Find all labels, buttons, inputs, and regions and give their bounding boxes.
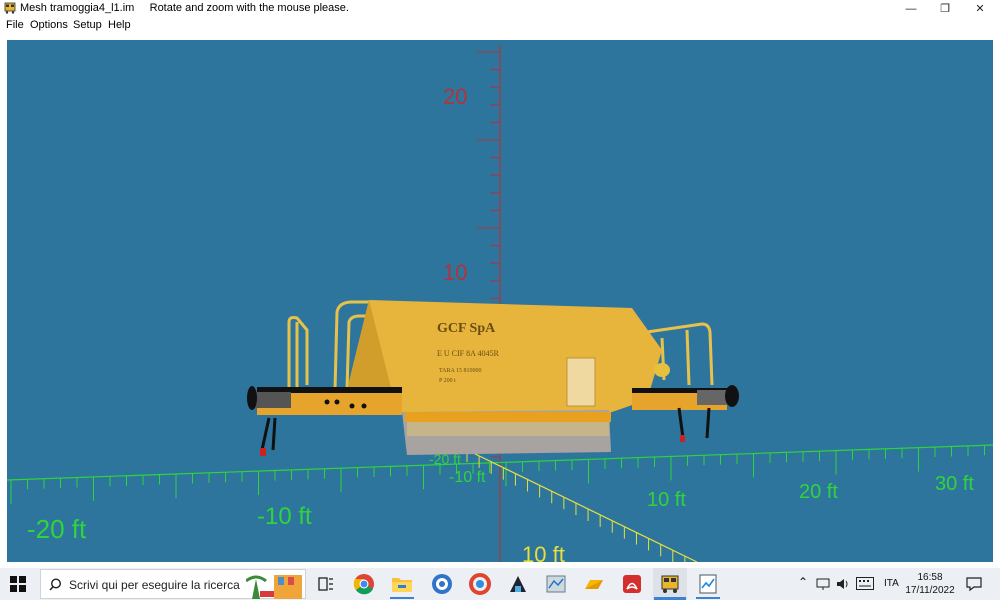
hose-left <box>260 448 266 456</box>
search-highlight-image <box>246 575 302 599</box>
scene-canvas[interactable]: 20 10 -20 ft -10 ft 10 ft 20 ft 30 ft -2… <box>7 40 993 562</box>
buffer-left <box>251 392 291 408</box>
taskbar: Scrivi qui per eseguire la ricerca ⌃ ITA… <box>0 568 1000 600</box>
close-button[interactable]: ✕ <box>963 0 997 17</box>
floor-label-20: 20 ft <box>799 481 838 503</box>
coupling-left <box>260 417 277 451</box>
app-dark-icon[interactable] <box>506 572 530 596</box>
wagon-marking-line1: GCF SpA <box>437 321 496 336</box>
floor-label-30: 30 ft <box>935 473 974 495</box>
notification-icon[interactable] <box>966 576 982 592</box>
window-frame <box>0 34 7 564</box>
tray-chevron-up-icon[interactable]: ⌃ <box>798 575 808 589</box>
wagon-label-plate <box>566 357 596 407</box>
buffer-left-head <box>247 386 257 410</box>
depth-label-10: 10 ft <box>522 542 565 562</box>
windows-start-icon[interactable] <box>10 576 26 592</box>
network-icon[interactable] <box>816 577 830 591</box>
app-map-icon[interactable] <box>544 572 568 596</box>
floor-label-10: 10 ft <box>647 489 686 511</box>
floor-label-minus10: -10 ft <box>257 503 312 530</box>
chart-app-running-indicator <box>696 597 720 599</box>
floor-label-minus20: -20 ft <box>27 514 87 544</box>
minimize-button[interactable]: — <box>894 0 928 17</box>
wagon-marking-line3: TARA 15 810000 <box>439 368 482 374</box>
search-placeholder: Scrivi qui per eseguire la ricerca <box>69 578 240 592</box>
app-chart-icon[interactable] <box>696 572 720 596</box>
file-explorer-icon[interactable] <box>390 572 414 596</box>
keyboard-icon[interactable] <box>856 577 874 590</box>
menu-file[interactable]: File <box>6 19 24 31</box>
clock-time: 16:58 <box>917 572 943 583</box>
clock-date: 17/11/2022 <box>905 585 955 596</box>
volume-icon[interactable] <box>836 577 850 591</box>
clock[interactable]: 16:58 17/11/2022 <box>900 571 960 597</box>
wagon-marking-line2: E U CIF 8A 4045R <box>437 349 499 358</box>
train-app-icon[interactable] <box>658 572 682 596</box>
train-app-icon <box>4 2 16 14</box>
menu-options[interactable]: Options <box>30 19 68 31</box>
buffer-right-head <box>725 385 739 407</box>
restore-button[interactable]: ❐ <box>928 0 962 17</box>
vertical-label-10: 10 <box>443 260 467 285</box>
menu-bar: File Options Setup Help <box>0 17 1000 34</box>
hopper-wagon-model[interactable]: GCF SpA E U CIF 8A 4045R TARA 15 810000 … <box>247 300 739 456</box>
taskbar-search[interactable]: Scrivi qui per eseguire la ricerca <box>40 569 306 599</box>
hose-right <box>680 435 685 442</box>
brake-wheel <box>654 363 670 377</box>
menu-setup[interactable]: Setup <box>73 19 102 31</box>
file-explorer-running-indicator <box>390 597 414 599</box>
coupling-right <box>677 407 711 439</box>
vertical-label-20: 20 <box>443 84 467 109</box>
wagon-marking-line4: P 200 t <box>439 378 456 384</box>
window-title: Mesh tramoggia4_l1.im Rotate and zoom wi… <box>20 2 349 14</box>
floor-label-center-minus10: -10 ft <box>449 469 486 486</box>
language-indicator[interactable]: ITA <box>884 578 899 589</box>
app-blue-icon[interactable] <box>430 572 454 596</box>
app-folder-yellow-icon[interactable] <box>582 572 606 596</box>
search-icon <box>49 578 62 591</box>
menu-help[interactable]: Help <box>108 19 131 31</box>
buffer-right <box>697 390 729 405</box>
3d-viewport[interactable]: 20 10 -20 ft -10 ft 10 ft 20 ft 30 ft -2… <box>7 40 993 562</box>
hopper-chute-band2 <box>407 422 609 436</box>
task-view-icon[interactable] <box>314 572 338 596</box>
chrome-icon[interactable] <box>352 572 376 596</box>
app-red-icon[interactable] <box>468 572 492 596</box>
acrobat-icon[interactable] <box>620 572 644 596</box>
hopper-chute-band <box>405 412 611 422</box>
title-bar: Mesh tramoggia4_l1.im Rotate and zoom wi… <box>0 0 1000 17</box>
